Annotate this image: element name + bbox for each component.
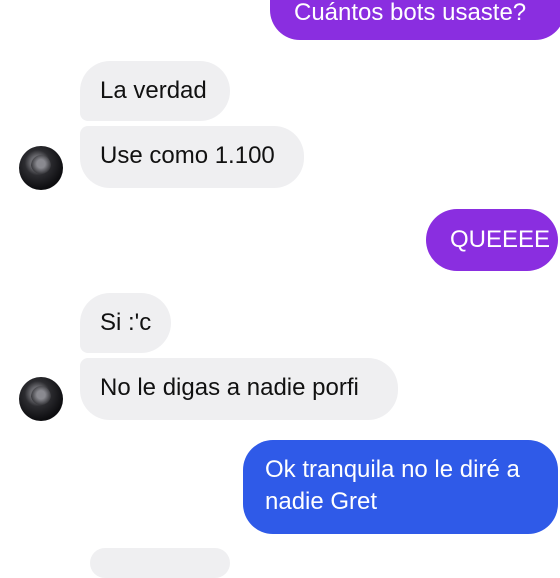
message-outgoing[interactable]: QUEEEE bbox=[426, 209, 558, 271]
message-incoming-partial bbox=[90, 548, 230, 578]
message-incoming[interactable]: Use como 1.100 bbox=[80, 126, 304, 188]
message-incoming[interactable]: Si :'c bbox=[80, 293, 171, 353]
message-incoming[interactable]: La verdad bbox=[80, 61, 230, 121]
message-outgoing[interactable]: Ok tranquila no le diré a nadie Gret bbox=[243, 440, 558, 534]
avatar-icon[interactable] bbox=[19, 146, 63, 190]
message-text: QUEEEE bbox=[450, 226, 551, 253]
message-thread: Cuántos bots usaste? La verdad Use como … bbox=[0, 0, 560, 578]
message-incoming[interactable]: No le digas a nadie porfi bbox=[80, 358, 398, 420]
message-text: Use como 1.100 bbox=[100, 142, 275, 169]
message-text: La verdad bbox=[100, 77, 207, 104]
message-text: Ok tranquila no le diré a nadie Gret bbox=[265, 456, 520, 515]
message-text: Si :'c bbox=[100, 309, 152, 336]
message-outgoing[interactable]: Cuántos bots usaste? bbox=[270, 0, 560, 40]
message-text: Cuántos bots usaste? bbox=[294, 0, 527, 26]
avatar-icon[interactable] bbox=[19, 377, 63, 421]
message-text: No le digas a nadie porfi bbox=[100, 374, 359, 401]
